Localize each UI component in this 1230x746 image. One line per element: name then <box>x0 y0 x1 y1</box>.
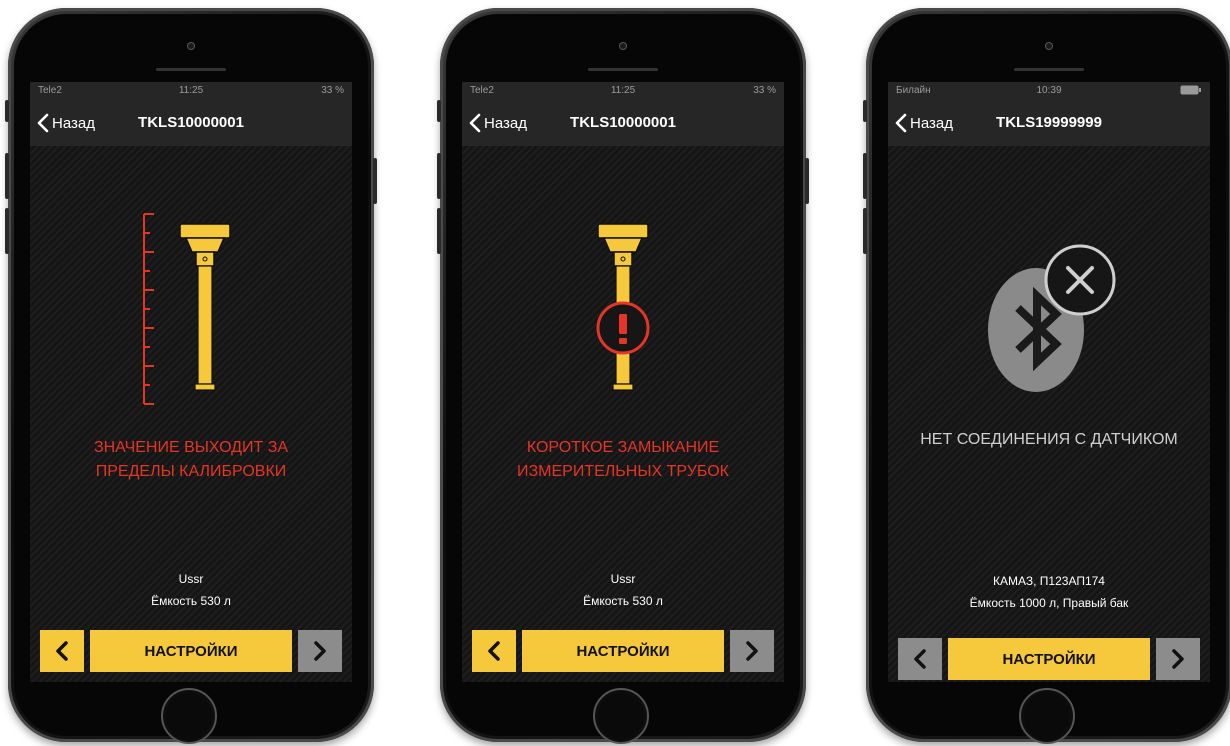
vehicle-name: КАМАЗ, П123АП174 <box>993 574 1105 588</box>
bottom-bar: НАСТРОЙКИ <box>898 638 1200 680</box>
chevron-left-icon <box>56 641 68 661</box>
home-button[interactable] <box>593 688 649 744</box>
next-sensor-button[interactable] <box>1156 638 1200 680</box>
front-camera <box>187 42 195 50</box>
tank-capacity: Ёмкость 530 л <box>583 594 663 608</box>
phone-frame-2: Tele2 11:25 33 % Назад TKLS10000001 КОРО… <box>437 8 809 744</box>
next-sensor-button[interactable] <box>730 630 774 672</box>
mute-switch <box>5 100 9 122</box>
volume-down-button <box>863 208 867 254</box>
phone-frame-3: Билайн 10:39 Назад TKLS19999999 НЕТ СОЕД… <box>863 8 1230 744</box>
chevron-left-icon <box>914 649 926 669</box>
screen: Tele2 11:25 33 % Назад TKLS10000001 <box>30 82 352 682</box>
front-camera <box>619 42 627 50</box>
status-message: НЕТ СОЕДИНЕНИЯ С ДАТЧИКОМ <box>888 428 1210 452</box>
status-message: ЗНАЧЕНИЕ ВЫХОДИТ ЗА ПРЕДЕЛЫ КАЛИБРОВКИ <box>30 436 352 484</box>
sensor-info: КАМАЗ, П123АП174 Ёмкость 1000 л, Правый … <box>888 570 1210 614</box>
power-button <box>373 158 377 204</box>
tank-capacity: Ёмкость 530 л <box>151 594 231 608</box>
message-line: НЕТ СОЕДИНЕНИЯ С ДАТЧИКОМ <box>920 431 1178 448</box>
bluetooth-disconnected-icon <box>988 244 1116 392</box>
settings-button[interactable]: НАСТРОЙКИ <box>522 630 724 672</box>
vehicle-name: Ussr <box>178 572 204 586</box>
message-line: ЗНАЧЕНИЕ ВЫХОДИТ ЗА <box>93 439 289 456</box>
settings-button[interactable]: НАСТРОЙКИ <box>948 638 1150 680</box>
chevron-right-icon <box>314 641 326 661</box>
mute-switch <box>437 100 441 122</box>
screen: Билайн 10:39 Назад TKLS19999999 НЕТ СОЕД… <box>888 82 1210 682</box>
chevron-right-icon <box>1172 649 1184 669</box>
volume-up-button <box>5 153 9 199</box>
chevron-left-icon <box>488 641 500 661</box>
volume-down-button <box>437 208 441 254</box>
screen: Tele2 11:25 33 % Назад TKLS10000001 <box>462 82 784 682</box>
vehicle-name: Ussr <box>610 572 636 586</box>
message-line: КОРОТКОЕ ЗАМЫКАНИЕ <box>526 439 720 456</box>
phone-frame-1: Tele2 11:25 33 % Назад TKLS10000001 ЗНАЧ… <box>5 8 377 744</box>
sensor-info: Ussr Ёмкость 530 л <box>30 568 352 612</box>
volume-up-button <box>437 153 441 199</box>
settings-button[interactable]: НАСТРОЙКИ <box>90 630 292 672</box>
mute-switch <box>863 100 867 122</box>
tank-capacity: Ёмкость 1000 л, Правый бак <box>969 596 1129 610</box>
volume-down-button <box>5 208 9 254</box>
power-button <box>805 158 809 204</box>
earpiece-speaker <box>1014 68 1084 71</box>
home-button[interactable] <box>161 688 217 744</box>
message-line: ИЗМЕРИТЕЛЬНЫХ ТРУБОК <box>517 463 729 480</box>
sensor-out-of-range-icon <box>143 213 231 405</box>
chevron-right-icon <box>746 641 758 661</box>
earpiece-speaker <box>156 68 226 71</box>
volume-up-button <box>863 153 867 199</box>
sensor-info: Ussr Ёмкость 530 л <box>462 568 784 612</box>
prev-sensor-button[interactable] <box>472 630 516 672</box>
home-button[interactable] <box>1019 688 1075 744</box>
status-message: КОРОТКОЕ ЗАМЫКАНИЕ ИЗМЕРИТЕЛЬНЫХ ТРУБОК <box>462 436 784 484</box>
message-line: ПРЕДЕЛЫ КАЛИБРОВКИ <box>95 463 287 480</box>
bottom-bar: НАСТРОЙКИ <box>472 630 774 672</box>
prev-sensor-button[interactable] <box>40 630 84 672</box>
front-camera <box>1045 42 1053 50</box>
bottom-bar: НАСТРОЙКИ <box>40 630 342 672</box>
sensor-short-circuit-icon <box>596 223 650 391</box>
earpiece-speaker <box>588 68 658 71</box>
prev-sensor-button[interactable] <box>898 638 942 680</box>
next-sensor-button[interactable] <box>298 630 342 672</box>
